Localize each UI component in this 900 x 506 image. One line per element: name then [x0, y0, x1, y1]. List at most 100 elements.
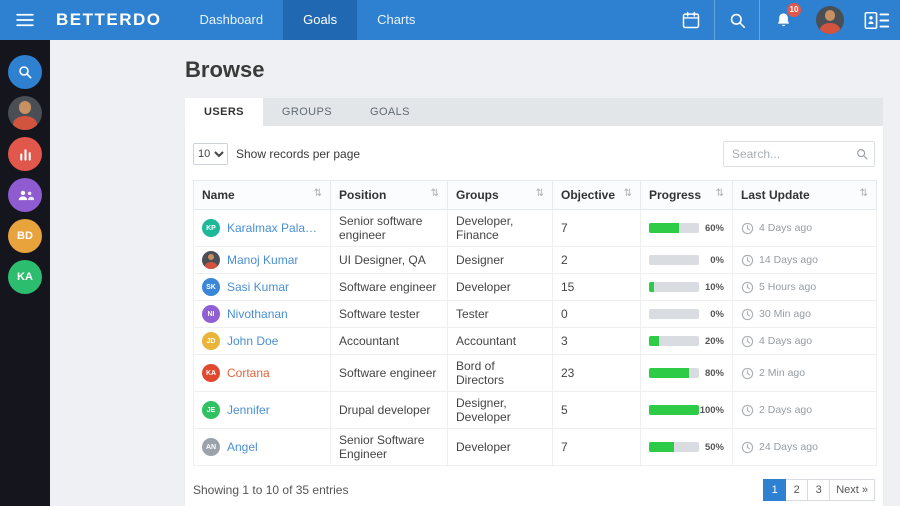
cell-groups: Designer — [447, 246, 553, 274]
cell-progress: 60% — [640, 209, 733, 247]
table-row[interactable]: KA Cortana Software engineer Bord of Dir… — [193, 354, 877, 392]
sidebar-search-button[interactable] — [8, 55, 42, 89]
table-header-row: ⇅ Name ⇅ Position ⇅ Groups ⇅ Objective ⇅ Prog… — [193, 180, 877, 210]
user-name-link[interactable]: Karalmax Palanimu... — [227, 221, 322, 235]
search-button[interactable] — [714, 0, 760, 40]
progress-bar — [649, 282, 699, 292]
tab-groups[interactable]: GROUPS — [263, 98, 351, 126]
cell-last-update: 4 Days ago — [732, 327, 877, 355]
progress-fill — [649, 405, 699, 415]
sort-icon: ⇅ — [715, 188, 724, 199]
row-avatar — [202, 251, 220, 269]
last-update-text: 2 Days ago — [759, 404, 813, 416]
notification-badge: 10 — [787, 3, 801, 17]
progress-bar — [649, 442, 699, 452]
col-header-groups[interactable]: ⇅ Groups — [447, 180, 553, 210]
left-sidebar: BD KA — [0, 40, 50, 506]
page-title: Browse — [185, 57, 265, 82]
logout-menu-button[interactable] — [854, 0, 900, 40]
sidebar-avatar-bd[interactable]: BD — [8, 219, 42, 253]
cell-progress: 20% — [640, 327, 733, 355]
page-button-2[interactable]: 2 — [785, 479, 809, 501]
table-row[interactable]: NI Nivothanan Software tester Tester 0 0… — [193, 300, 877, 328]
progress-fill — [649, 223, 679, 233]
cell-objective: 7 — [552, 209, 641, 247]
table-row[interactable]: KP Karalmax Palanimu... Senior software … — [193, 209, 877, 247]
users-panel: 10 Show records per page ⇅Name ⇅Position… — [185, 126, 883, 506]
cell-last-update: 2 Days ago — [732, 391, 877, 429]
sidebar-groups-button[interactable] — [8, 178, 42, 212]
sidebar-avatar-ka[interactable]: KA — [8, 260, 42, 294]
table-row[interactable]: JE Jennifer Drupal developer Designer, D… — [193, 391, 877, 429]
table-row[interactable]: JD John Doe Accountant Accountant 3 20% … — [193, 327, 877, 355]
cell-position: Accountant — [330, 327, 448, 355]
next-page-button[interactable]: Next » — [829, 479, 875, 501]
row-avatar: NI — [202, 305, 220, 323]
user-name-link[interactable]: Nivothanan — [227, 307, 288, 321]
progress-label: 0% — [710, 308, 724, 320]
progress-label: 20% — [704, 335, 724, 347]
user-avatar[interactable] — [816, 6, 844, 34]
sidebar-user-avatar[interactable] — [8, 96, 42, 130]
cell-objective: 3 — [552, 327, 641, 355]
nav-item-goals[interactable]: Goals — [283, 0, 358, 40]
user-name-link[interactable]: Cortana — [227, 366, 270, 380]
row-avatar: AN — [202, 438, 220, 456]
nav-item-charts[interactable]: Charts — [357, 0, 435, 40]
last-update-text: 4 Days ago — [759, 335, 813, 347]
main-nav: Dashboard Goals Charts — [180, 0, 436, 40]
table-row[interactable]: AN Angel Senior Software Engineer Develo… — [193, 428, 877, 466]
tab-goals[interactable]: GOALS — [351, 98, 429, 126]
cell-last-update: 30 Min ago — [732, 300, 877, 328]
progress-fill — [649, 442, 674, 452]
clock-icon — [741, 254, 754, 266]
table-row[interactable]: SK Sasi Kumar Software engineer Develope… — [193, 273, 877, 301]
calendar-button[interactable] — [668, 0, 714, 40]
table-controls: 10 Show records per page — [193, 141, 875, 167]
cell-last-update: 4 Days ago — [732, 209, 877, 247]
hamburger-menu-button[interactable] — [0, 0, 50, 40]
cell-groups: Tester — [447, 300, 553, 328]
last-update-text: 2 Min ago — [759, 367, 806, 379]
sort-icon: ⇅ — [430, 188, 439, 199]
page-button-3[interactable]: 3 — [807, 479, 831, 501]
sidebar-charts-button[interactable] — [8, 137, 42, 171]
clock-icon — [741, 308, 754, 320]
user-name-link[interactable]: Angel — [227, 440, 258, 454]
logout-menu-icon — [864, 11, 890, 29]
sort-icon: ⇅ — [313, 188, 322, 199]
col-header-objective[interactable]: ⇅ Objective — [552, 180, 641, 210]
page-button-1[interactable]: 1 — [763, 479, 787, 501]
per-page-label: Show records per page — [236, 147, 361, 161]
table-body: KP Karalmax Palanimu... Senior software … — [193, 209, 877, 466]
progress-bar — [649, 309, 699, 319]
user-name-link[interactable]: John Doe — [227, 334, 278, 348]
row-avatar: SK — [202, 278, 220, 296]
last-update-text: 24 Days ago — [759, 441, 818, 453]
cell-groups: Developer, Finance — [447, 209, 553, 247]
per-page-select[interactable]: 10 — [193, 143, 228, 165]
user-name-link[interactable]: Sasi Kumar — [227, 280, 289, 294]
user-name-link[interactable]: Manoj Kumar — [227, 253, 298, 267]
col-header-position[interactable]: ⇅ Position — [330, 180, 448, 210]
notifications-button[interactable]: 10 — [760, 0, 806, 40]
cell-position: Software engineer — [330, 354, 448, 392]
progress-bar — [649, 336, 699, 346]
user-name-link[interactable]: Jennifer — [227, 403, 270, 417]
table-row[interactable]: Manoj Kumar UI Designer, QA Designer 2 0… — [193, 246, 877, 274]
cell-progress: 10% — [640, 273, 733, 301]
main-content: Browse USERS GROUPS GOALS 10 Show record… — [50, 40, 900, 506]
showing-entries-text: Showing 1 to 10 of 35 entries — [193, 483, 349, 497]
nav-item-dashboard[interactable]: Dashboard — [180, 0, 284, 40]
search-icon — [730, 13, 745, 28]
cell-name: JD John Doe — [193, 327, 331, 355]
col-header-name[interactable]: ⇅ Name — [193, 180, 331, 210]
cell-position: Drupal developer — [330, 391, 448, 429]
row-avatar: KP — [202, 219, 220, 237]
search-input[interactable] — [723, 141, 875, 167]
last-update-text: 4 Days ago — [759, 222, 813, 234]
brand-logo[interactable]: BETTERDO — [56, 10, 162, 30]
col-header-last-update[interactable]: ⇅ Last Update — [732, 180, 877, 210]
col-header-progress[interactable]: ⇅ Progress — [640, 180, 733, 210]
tab-users[interactable]: USERS — [185, 98, 263, 126]
